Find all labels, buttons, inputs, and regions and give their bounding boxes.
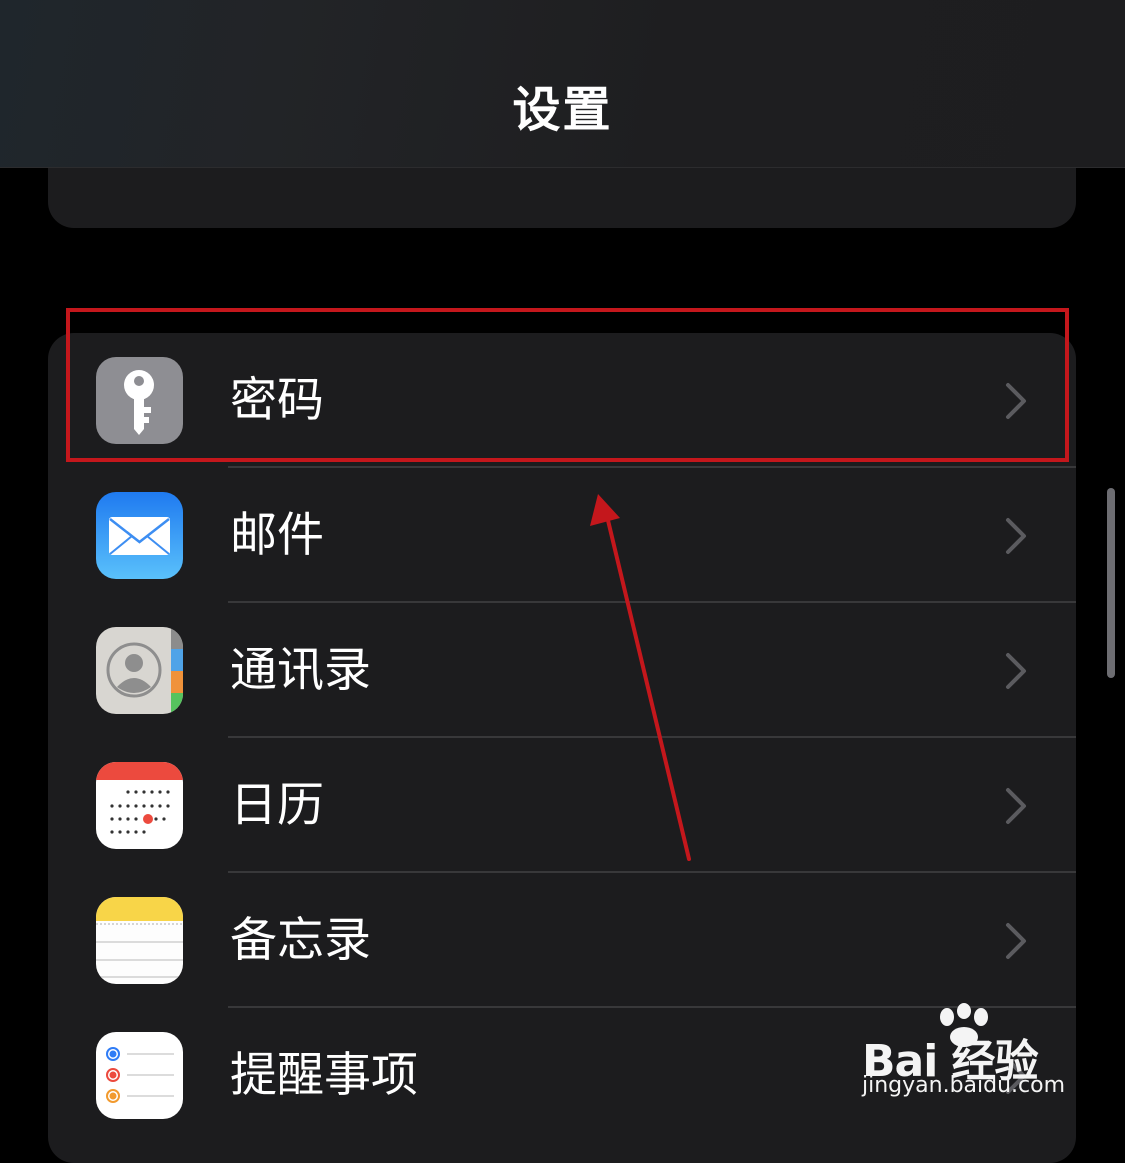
page-title: 设置 [512,82,613,138]
navigation-bar: 设置 [0,0,1125,168]
scrollbar[interactable] [1107,488,1115,678]
chevron-right-icon [1006,518,1026,554]
watermark: Bai 经验 jingyan.baidu.com [862,1003,1072,1113]
notes-icon [96,897,183,984]
settings-row-notes[interactable]: 备忘录 [48,873,1076,1008]
settings-row-contacts[interactable]: 通讯录 [48,603,1076,738]
settings-row-notes-label: 备忘录 [230,913,371,968]
settings-row-reminders-label: 提醒事项 [230,1048,418,1103]
settings-row-calendar-label: 日历 [230,778,324,833]
settings-row-calendar[interactable]: 日历 [48,738,1076,873]
chevron-right-icon [1006,923,1026,959]
settings-row-contacts-label: 通讯录 [230,643,371,698]
chevron-right-icon [1006,788,1026,824]
watermark-url: jingyan.baidu.com [862,1073,1066,1098]
annotation-highlight-box [66,308,1069,462]
settings-row-mail[interactable]: 邮件 [48,468,1076,603]
calendar-icon [96,762,183,849]
reminders-icon [96,1032,183,1119]
settings-row-mail-label: 邮件 [230,508,324,563]
chevron-right-icon [1006,653,1026,689]
contacts-icon [96,627,183,714]
mail-icon [96,492,183,579]
